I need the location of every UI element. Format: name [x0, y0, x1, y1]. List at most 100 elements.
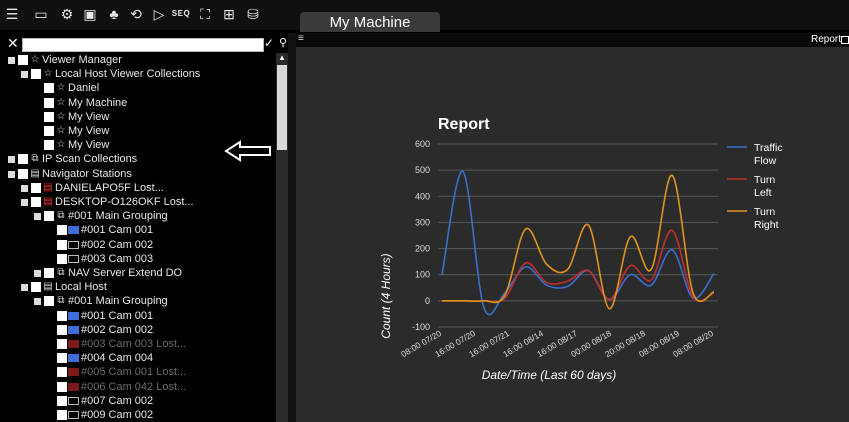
tree-checkbox[interactable] [44, 126, 54, 136]
search-input[interactable] [22, 38, 264, 52]
navigator-tree: ☆ Viewer Manager ☆ Local Host Viewer Collec… [6, 53, 276, 422]
report-header: ≡ Report [296, 33, 849, 47]
check-icon[interactable]: ✓ [264, 36, 274, 50]
chart-title: Report [438, 116, 490, 133]
database-icon[interactable]: ⛁ [245, 6, 261, 22]
legend-label: Right [754, 219, 779, 231]
y-axis-ticks: -100 0 100 200 300 400 500 600 [412, 139, 430, 332]
legend-label: Turn [754, 174, 775, 186]
y-tick-label: 500 [415, 165, 430, 175]
group-icon: ⧉ [57, 210, 65, 222]
menu-icon[interactable]: ☰ [4, 6, 20, 22]
panel-splitter[interactable] [288, 33, 296, 422]
tree-checkbox[interactable] [31, 282, 41, 293]
expand-toggle-icon[interactable] [8, 156, 15, 164]
tree-checkbox[interactable] [44, 97, 54, 108]
tree-checkbox[interactable] [31, 69, 41, 80]
tree-checkbox[interactable] [44, 296, 54, 307]
tab-my-machine[interactable]: My Machine [300, 12, 440, 32]
server-icon: ▤ [43, 281, 53, 293]
legend-label: Turn [754, 206, 775, 218]
sequence-icon[interactable]: SEQ [171, 6, 191, 22]
tree-checkbox[interactable] [57, 225, 67, 236]
expand-toggle-icon[interactable] [8, 57, 15, 64]
star-icon: ☆ [56, 139, 66, 151]
camera-lost-icon [68, 368, 79, 377]
expand-toggle-icon[interactable] [21, 199, 28, 206]
tree-checkbox[interactable] [44, 111, 54, 122]
star-icon: ☆ [43, 68, 53, 80]
close-icon[interactable]: ✕ [7, 35, 19, 52]
chart-legend: TrafficFlowTurnLeftTurnRight [727, 142, 783, 231]
tree-checkbox[interactable] [57, 324, 67, 335]
tree-checkbox[interactable] [18, 55, 28, 65]
expand-toggle-icon[interactable] [8, 170, 15, 178]
network-icon[interactable]: ♣ [106, 6, 122, 22]
tree-item-label: Local Host [55, 281, 107, 294]
tree-checkbox[interactable] [31, 182, 41, 193]
tree-checkbox[interactable] [57, 339, 67, 349]
expand-toggle-icon[interactable] [21, 184, 28, 192]
refresh-icon[interactable]: ⟲ [128, 6, 144, 22]
tree-item-label: #002 Cam 002 [81, 323, 154, 336]
tree-checkbox[interactable] [44, 83, 54, 94]
group-icon: ⧉ [57, 267, 65, 278]
expand-toggle-icon[interactable] [34, 270, 41, 277]
tree-checkbox[interactable] [57, 410, 67, 420]
y-tick-label: 200 [415, 244, 430, 254]
tree-checkbox[interactable] [18, 168, 28, 179]
collapse-left-arrow-icon[interactable] [224, 140, 274, 162]
camera-blue-icon [68, 354, 79, 363]
tree-checkbox[interactable] [18, 154, 28, 165]
legend-label: Left [754, 187, 772, 199]
search-bar: ✕ ✓ ⚲ [6, 35, 298, 53]
server-lost-icon: ▤ [43, 196, 53, 207]
y-tick-label: 400 [415, 191, 430, 201]
tree-checkbox[interactable] [31, 197, 41, 207]
tree-item-label: #002 Cam 002 [81, 238, 154, 251]
scroll-up-icon[interactable]: ▲ [278, 53, 286, 62]
maximize-icon[interactable] [841, 36, 849, 44]
tree-panel: ✕ ✓ ⚲ ☆ Viewer Manager ☆ Local Host Viewer … [6, 33, 288, 422]
expand-toggle-icon[interactable] [34, 298, 41, 306]
search-icon[interactable]: ⚲ [279, 36, 287, 49]
tree-checkbox[interactable] [57, 310, 67, 321]
camera-icon [68, 240, 79, 249]
screen-share-icon[interactable]: ▣ [82, 6, 98, 22]
y-tick-label: 100 [415, 270, 430, 280]
tree-item-label: #001 Main Grouping [68, 210, 168, 223]
expand-toggle-icon[interactable] [21, 284, 28, 292]
tree-item-label: #003 Cam 003 [81, 252, 154, 265]
tree-item-label: DANIELAPO5F Lost... [55, 181, 164, 194]
panel-menu-icon[interactable]: ≡ [298, 33, 304, 44]
tree-checkbox[interactable] [57, 395, 67, 406]
layout-icon[interactable]: ⊞ [221, 6, 237, 22]
expand-toggle-icon[interactable] [21, 71, 28, 79]
tree-checkbox[interactable] [57, 381, 67, 392]
scroll-thumb[interactable] [277, 65, 287, 150]
legend-label: Flow [754, 155, 777, 167]
star-icon: ☆ [56, 110, 66, 122]
tree-checkbox[interactable] [57, 239, 67, 250]
monitor-icon[interactable]: ▭ [33, 6, 49, 22]
server-lost-icon: ▤ [43, 181, 53, 193]
tree-scrollbar[interactable]: ▲ [276, 53, 288, 422]
play-icon[interactable]: ▷ [151, 6, 167, 22]
tree-checkbox[interactable] [57, 367, 67, 378]
panel-title: Report [810, 34, 841, 45]
tree-item-label: NAV Server Extend DO [68, 267, 183, 279]
settings-icon[interactable]: ⚙ [59, 6, 75, 22]
tree-item-label: My View [68, 125, 110, 137]
tree-checkbox[interactable] [44, 140, 54, 151]
tree-checkbox[interactable] [44, 268, 54, 278]
y-tick-label: -100 [412, 322, 430, 332]
tree-checkbox[interactable] [57, 353, 67, 364]
tree-checkbox[interactable] [57, 253, 67, 264]
expand-toggle-icon[interactable] [34, 213, 41, 221]
tree-item-label: My View [68, 139, 110, 152]
x-axis-label: Date/Time (Last 60 days) [482, 368, 617, 382]
map-icon[interactable]: ⛶ [197, 6, 213, 22]
y-tick-label: 0 [425, 296, 430, 306]
group-icon: ⧉ [31, 153, 39, 165]
tree-checkbox[interactable] [44, 211, 54, 222]
